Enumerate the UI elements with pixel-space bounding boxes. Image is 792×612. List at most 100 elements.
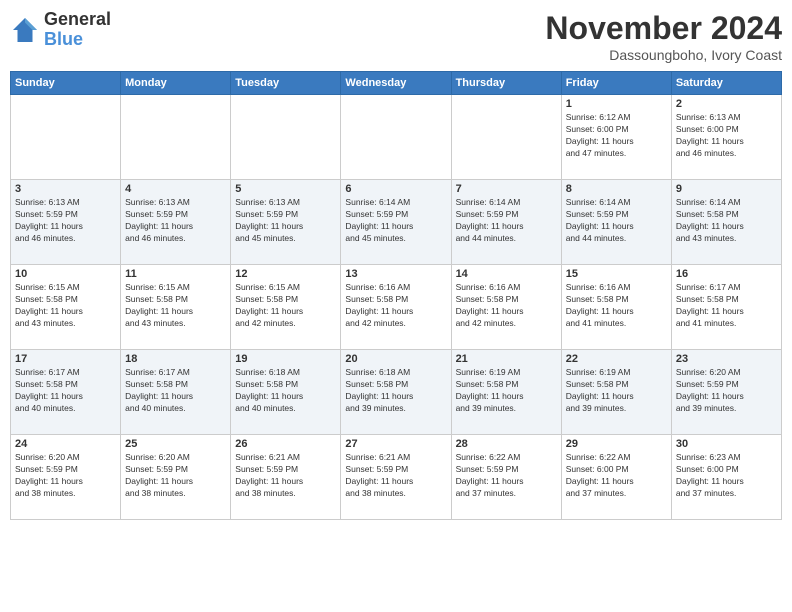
calendar-cell: 27 Sunrise: 6:21 AM Sunset: 5:59 PM Dayli…: [341, 435, 451, 520]
calendar-table: SundayMondayTuesdayWednesdayThursdayFrid…: [10, 71, 782, 520]
day-number: 27: [345, 438, 446, 450]
day-of-week-header: Monday: [121, 72, 231, 95]
calendar-cell: 15Sunrise: 6:16 AM Sunset: 5:58 PM Dayli…: [561, 265, 671, 350]
calendar-week-row: 17 Sunrise: 6:17 AM Sunset: 5:58 PM Dayli…: [11, 350, 782, 435]
day-number: 5: [235, 183, 336, 195]
calendar-cell: 13 Sunrise: 6:16 AM Sunset: 5:58 PM Dayli…: [341, 265, 451, 350]
day-info: Sunrise: 6:14 AM Sunset: 5:59 PM Dayligh…: [566, 197, 667, 245]
day-info: Sunrise: 6:14 AM Sunset: 5:59 PM Dayligh…: [456, 197, 557, 245]
day-number: 21: [456, 353, 557, 365]
calendar-cell: 29Sunrise: 6:22 AM Sunset: 6:00 PM Dayli…: [561, 435, 671, 520]
calendar-cell: 8 Sunrise: 6:14 AM Sunset: 5:59 PM Daylig…: [561, 180, 671, 265]
calendar-cell: 1 Sunrise: 6:12 AM Sunset: 6:00 PM Daylig…: [561, 95, 671, 180]
logo: General Blue: [10, 10, 111, 50]
day-info: Sunrise: 6:15 AM Sunset: 5:58 PM Dayligh…: [15, 282, 116, 330]
calendar-cell: 3Sunrise: 6:13 AM Sunset: 5:59 PM Daylig…: [11, 180, 121, 265]
day-of-week-header: Thursday: [451, 72, 561, 95]
day-number: 6: [345, 183, 446, 195]
calendar-cell: 19 Sunrise: 6:18 AM Sunset: 5:58 PM Dayli…: [231, 350, 341, 435]
day-number: 18: [125, 353, 226, 365]
calendar-header: SundayMondayTuesdayWednesdayThursdayFrid…: [11, 72, 782, 95]
day-info: Sunrise: 6:14 AM Sunset: 5:58 PM Dayligh…: [676, 197, 777, 245]
day-info: Sunrise: 6:21 AM Sunset: 5:59 PM Dayligh…: [345, 452, 446, 500]
day-number: 9: [676, 183, 777, 195]
day-info: Sunrise: 6:20 AM Sunset: 5:59 PM Dayligh…: [676, 367, 777, 415]
day-info: Sunrise: 6:19 AM Sunset: 5:58 PM Dayligh…: [456, 367, 557, 415]
calendar-cell: 22 Sunrise: 6:19 AM Sunset: 5:58 PM Dayli…: [561, 350, 671, 435]
day-number: 28: [456, 438, 557, 450]
day-info: Sunrise: 6:18 AM Sunset: 5:58 PM Dayligh…: [345, 367, 446, 415]
day-number: 14: [456, 268, 557, 280]
calendar-week-row: 1 Sunrise: 6:12 AM Sunset: 6:00 PM Daylig…: [11, 95, 782, 180]
day-number: 24: [15, 438, 116, 450]
calendar-cell: 23 Sunrise: 6:20 AM Sunset: 5:59 PM Dayli…: [671, 350, 781, 435]
calendar-cell: 30 Sunrise: 6:23 AM Sunset: 6:00 PM Dayli…: [671, 435, 781, 520]
calendar-cell: [11, 95, 121, 180]
day-info: Sunrise: 6:13 AM Sunset: 5:59 PM Dayligh…: [15, 197, 116, 245]
day-number: 11: [125, 268, 226, 280]
day-number: 25: [125, 438, 226, 450]
calendar-cell: 4 Sunrise: 6:13 AM Sunset: 5:59 PM Daylig…: [121, 180, 231, 265]
calendar-cell: 24 Sunrise: 6:20 AM Sunset: 5:59 PM Dayli…: [11, 435, 121, 520]
title-block: November 2024 Dassoungboho, Ivory Coast: [545, 10, 782, 63]
calendar-week-row: 3Sunrise: 6:13 AM Sunset: 5:59 PM Daylig…: [11, 180, 782, 265]
day-info: Sunrise: 6:22 AM Sunset: 5:59 PM Dayligh…: [456, 452, 557, 500]
calendar-cell: 2Sunrise: 6:13 AM Sunset: 6:00 PM Daylig…: [671, 95, 781, 180]
calendar-cell: 6 Sunrise: 6:14 AM Sunset: 5:59 PM Daylig…: [341, 180, 451, 265]
day-info: Sunrise: 6:14 AM Sunset: 5:59 PM Dayligh…: [345, 197, 446, 245]
day-info: Sunrise: 6:18 AM Sunset: 5:58 PM Dayligh…: [235, 367, 336, 415]
day-info: Sunrise: 6:16 AM Sunset: 5:58 PM Dayligh…: [456, 282, 557, 330]
calendar-cell: 21 Sunrise: 6:19 AM Sunset: 5:58 PM Dayli…: [451, 350, 561, 435]
day-number: 12: [235, 268, 336, 280]
day-info: Sunrise: 6:16 AM Sunset: 5:58 PM Dayligh…: [566, 282, 667, 330]
day-number: 1: [566, 98, 667, 110]
day-number: 26: [235, 438, 336, 450]
calendar-cell: 28 Sunrise: 6:22 AM Sunset: 5:59 PM Dayli…: [451, 435, 561, 520]
day-number: 8: [566, 183, 667, 195]
calendar-cell: [451, 95, 561, 180]
day-of-week-header: Wednesday: [341, 72, 451, 95]
day-number: 17: [15, 353, 116, 365]
day-number: 23: [676, 353, 777, 365]
day-info: Sunrise: 6:15 AM Sunset: 5:58 PM Dayligh…: [125, 282, 226, 330]
day-info: Sunrise: 6:19 AM Sunset: 5:58 PM Dayligh…: [566, 367, 667, 415]
day-info: Sunrise: 6:17 AM Sunset: 5:58 PM Dayligh…: [676, 282, 777, 330]
day-number: 22: [566, 353, 667, 365]
day-info: Sunrise: 6:12 AM Sunset: 6:00 PM Dayligh…: [566, 112, 667, 160]
day-number: 13: [345, 268, 446, 280]
day-number: 4: [125, 183, 226, 195]
day-info: Sunrise: 6:16 AM Sunset: 5:58 PM Dayligh…: [345, 282, 446, 330]
day-info: Sunrise: 6:15 AM Sunset: 5:58 PM Dayligh…: [235, 282, 336, 330]
day-number: 20: [345, 353, 446, 365]
day-info: Sunrise: 6:13 AM Sunset: 5:59 PM Dayligh…: [125, 197, 226, 245]
calendar-cell: 18 Sunrise: 6:17 AM Sunset: 5:58 PM Dayli…: [121, 350, 231, 435]
location: Dassoungboho, Ivory Coast: [545, 47, 782, 63]
day-info: Sunrise: 6:17 AM Sunset: 5:58 PM Dayligh…: [125, 367, 226, 415]
calendar-cell: [121, 95, 231, 180]
calendar-cell: 9 Sunrise: 6:14 AM Sunset: 5:58 PM Daylig…: [671, 180, 781, 265]
day-number: 19: [235, 353, 336, 365]
calendar-cell: 16Sunrise: 6:17 AM Sunset: 5:58 PM Dayli…: [671, 265, 781, 350]
calendar-cell: 25Sunrise: 6:20 AM Sunset: 5:59 PM Dayli…: [121, 435, 231, 520]
calendar-week-row: 10 Sunrise: 6:15 AM Sunset: 5:58 PM Dayli…: [11, 265, 782, 350]
day-number: 29: [566, 438, 667, 450]
day-info: Sunrise: 6:23 AM Sunset: 6:00 PM Dayligh…: [676, 452, 777, 500]
day-of-week-header: Sunday: [11, 72, 121, 95]
calendar-cell: 17 Sunrise: 6:17 AM Sunset: 5:58 PM Dayli…: [11, 350, 121, 435]
logo-icon: [10, 15, 40, 45]
day-number: 7: [456, 183, 557, 195]
calendar-cell: 14 Sunrise: 6:16 AM Sunset: 5:58 PM Dayli…: [451, 265, 561, 350]
day-info: Sunrise: 6:20 AM Sunset: 5:59 PM Dayligh…: [15, 452, 116, 500]
day-number: 30: [676, 438, 777, 450]
day-info: Sunrise: 6:21 AM Sunset: 5:59 PM Dayligh…: [235, 452, 336, 500]
logo-blue: Blue: [44, 30, 111, 50]
month-title: November 2024: [545, 10, 782, 47]
day-info: Sunrise: 6:17 AM Sunset: 5:58 PM Dayligh…: [15, 367, 116, 415]
calendar-cell: 10 Sunrise: 6:15 AM Sunset: 5:58 PM Dayli…: [11, 265, 121, 350]
day-of-week-header: Saturday: [671, 72, 781, 95]
logo-general: General: [44, 10, 111, 30]
day-number: 2: [676, 98, 777, 110]
calendar-cell: 11 Sunrise: 6:15 AM Sunset: 5:58 PM Dayli…: [121, 265, 231, 350]
calendar-cell: 5Sunrise: 6:13 AM Sunset: 5:59 PM Daylig…: [231, 180, 341, 265]
day-number: 10: [15, 268, 116, 280]
